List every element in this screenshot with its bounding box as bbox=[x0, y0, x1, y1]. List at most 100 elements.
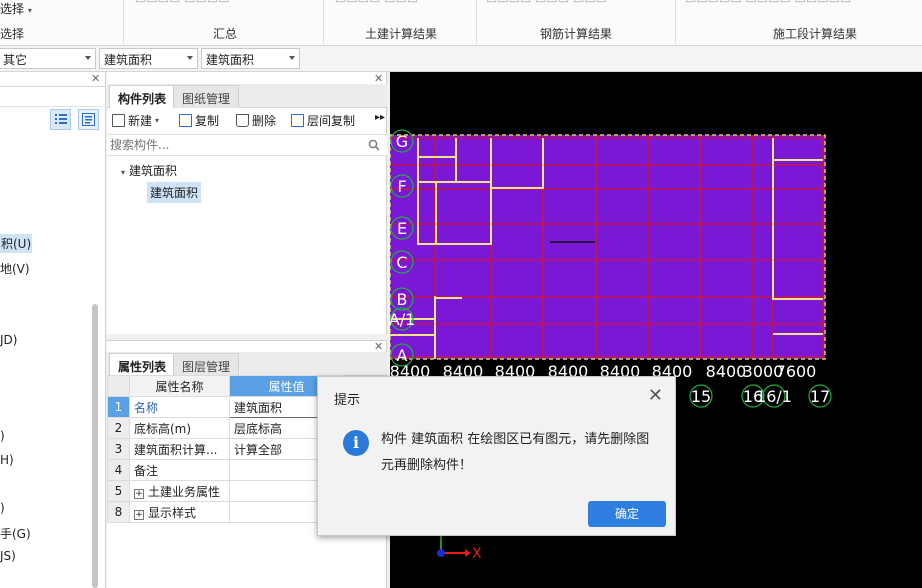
ribbon-cut-buttons-2: ▭▭▭▭ ▭▭▭ bbox=[335, 0, 465, 8]
nav-item[interactable]: JS) bbox=[0, 549, 16, 563]
selector-row: 其它 建筑面积 建筑面积 bbox=[0, 46, 922, 72]
list-view-icon[interactable] bbox=[50, 109, 71, 130]
tab-drawings[interactable]: 图纸管理 bbox=[173, 85, 240, 108]
search-icon[interactable] bbox=[368, 139, 380, 151]
property-table: 属性名称 属性值 1 名称 建筑面积 2 底标高(m) 层底标高 3 建筑面积计… bbox=[107, 375, 344, 523]
prompt-dialog: 提示 ✕ i 构件 建筑面积 在绘图区已有图元，请先删除图元再删除构件！ 确定 bbox=[317, 376, 676, 536]
search-bar bbox=[107, 134, 387, 156]
property-tabbar: 属性列表 图层管理 bbox=[107, 352, 387, 376]
close-icon[interactable]: ✕ bbox=[91, 72, 100, 85]
trash-icon bbox=[236, 114, 249, 127]
row-axis-label: G bbox=[396, 132, 408, 151]
chevron-down-icon: ▾ bbox=[27, 6, 32, 15]
copy-button[interactable]: 复制 bbox=[179, 112, 219, 129]
ribbon-cut-buttons-4: ▭▭▭▭▭ ▭▭▭▭ ▭▭▭▭▭ bbox=[685, 0, 922, 8]
table-row[interactable]: 2 底标高(m) 层底标高 bbox=[107, 417, 344, 439]
table-row[interactable]: 3 建筑面积计算... 计算全部 bbox=[107, 438, 344, 460]
ribbon: ▭▭▭▭ ▭▭▭▭ ▭▭▭▭ ▭▭▭ ▭▭▭▭ ▭▭▭ ▭▭▭ ▭▭▭▭▭ ▭▭… bbox=[0, 0, 922, 46]
nav-panel: ✕ 积(U) 地(V) JD) ) H) ) 手(G) JS) bbox=[0, 72, 106, 588]
type-select-value: 建筑面积 bbox=[104, 53, 153, 67]
column-axis-label: 15 bbox=[691, 387, 711, 406]
property-group[interactable]: + 显示样式 bbox=[129, 501, 230, 523]
row-number: 5 bbox=[107, 480, 130, 502]
dimension-label: 7600 bbox=[776, 362, 817, 381]
info-icon: i bbox=[343, 430, 369, 456]
origin-point bbox=[437, 549, 445, 557]
row-axis-label: E bbox=[397, 219, 407, 238]
x-axis-label: X bbox=[472, 546, 482, 562]
chevron-down-icon: ▾ bbox=[155, 116, 160, 125]
table-row[interactable]: 4 备注 bbox=[107, 459, 344, 481]
ribbon-separator bbox=[323, 0, 324, 44]
scrollbar[interactable] bbox=[92, 304, 98, 588]
expand-plus-icon[interactable]: + bbox=[134, 509, 144, 520]
property-name: 备注 bbox=[129, 459, 230, 481]
column-axis-label: 17 bbox=[810, 387, 830, 406]
select-label: 选择 bbox=[0, 2, 25, 16]
row-number: 3 bbox=[107, 438, 130, 460]
floor-select[interactable]: 其它 bbox=[0, 48, 96, 69]
ok-button[interactable]: 确定 bbox=[588, 501, 666, 527]
group-select-label: 选择 bbox=[0, 27, 25, 41]
dimension-label: 8400 bbox=[706, 362, 747, 381]
component-list-panel: ✕ 构件列表 图纸管理 新建 ▾ 复制 删除 层间复制 ▸▸ ▾建筑面积 建筑面… bbox=[107, 72, 387, 334]
floor-select-value: 其它 bbox=[3, 53, 28, 67]
type-select[interactable]: 建筑面积 bbox=[99, 48, 198, 69]
group-construction-label: 施工段计算结果 bbox=[773, 27, 858, 41]
tree-node-child[interactable]: 建筑面积 bbox=[147, 182, 202, 203]
new-file-icon bbox=[112, 114, 125, 127]
nav-item[interactable]: ) bbox=[0, 501, 5, 515]
chevron-down-icon bbox=[85, 56, 91, 60]
select-menu[interactable]: 选择 ▾ bbox=[0, 0, 32, 17]
ribbon-cut-buttons: ▭▭▭▭ ▭▭▭▭ bbox=[135, 0, 315, 8]
delete-button[interactable]: 删除 bbox=[236, 112, 276, 129]
tree-node-parent[interactable]: ▾ 建筑面积 bbox=[121, 162, 177, 179]
divider bbox=[0, 106, 106, 107]
row-number: 8 bbox=[107, 501, 130, 523]
tree-node-parent-label: 建筑面积 bbox=[129, 164, 178, 178]
nav-item[interactable]: ) bbox=[0, 429, 5, 443]
copy-icon bbox=[179, 114, 192, 127]
more-icon[interactable]: ▸▸ bbox=[375, 112, 385, 123]
search-input[interactable] bbox=[107, 135, 357, 155]
table-header-row: 属性名称 属性值 bbox=[107, 375, 344, 397]
property-name: 土建业务属性 bbox=[148, 484, 221, 499]
group-civil-label: 土建计算结果 bbox=[365, 27, 438, 41]
table-row[interactable]: 1 名称 建筑面积 bbox=[107, 396, 344, 418]
row-axis-label: A/1 bbox=[390, 310, 415, 329]
nav-item[interactable]: JD) bbox=[0, 333, 17, 347]
tab-components[interactable]: 构件列表 bbox=[109, 85, 176, 108]
nav-item[interactable]: 地(V) bbox=[0, 260, 30, 277]
new-button[interactable]: 新建 ▾ bbox=[112, 112, 159, 129]
component-select-value: 建筑面积 bbox=[206, 53, 255, 67]
tab-layers[interactable]: 图层管理 bbox=[173, 353, 240, 376]
close-icon[interactable]: ✕ bbox=[648, 385, 663, 406]
row-axis-label: B bbox=[397, 290, 408, 309]
property-group[interactable]: + 土建业务属性 bbox=[129, 480, 230, 502]
divider bbox=[0, 86, 106, 87]
ribbon-separator bbox=[476, 0, 477, 44]
delete-button-label: 删除 bbox=[252, 114, 277, 128]
row-axis-label: F bbox=[397, 177, 406, 196]
floor-copy-button[interactable]: 层间复制 bbox=[291, 112, 355, 129]
row-number-header bbox=[107, 375, 130, 397]
dialog-message: 构件 建筑面积 在绘图区已有图元，请先删除图元再删除构件！ bbox=[381, 432, 650, 473]
table-row[interactable]: 8 + 显示样式 bbox=[107, 501, 344, 523]
expand-arrow-icon: ▾ bbox=[121, 168, 126, 177]
nav-item[interactable]: H) bbox=[0, 453, 14, 467]
dialog-title: 提示 bbox=[334, 393, 361, 408]
tab-properties[interactable]: 属性列表 bbox=[109, 353, 176, 376]
expand-plus-icon[interactable]: + bbox=[134, 488, 144, 499]
table-row[interactable]: 5 + 土建业务属性 bbox=[107, 480, 344, 502]
property-name: 建筑面积计算... bbox=[129, 438, 230, 460]
detail-view-icon[interactable] bbox=[78, 109, 99, 130]
nav-item[interactable]: 积(U) bbox=[0, 234, 33, 253]
row-axis-label: C bbox=[396, 253, 407, 272]
floor-copy-icon bbox=[291, 114, 304, 127]
floor-copy-button-label: 层间复制 bbox=[307, 114, 356, 128]
nav-item[interactable]: 手(G) bbox=[0, 525, 31, 542]
col-name-header: 属性名称 bbox=[129, 375, 230, 397]
ribbon-separator bbox=[123, 0, 124, 44]
group-rebar-label: 钢筋计算结果 bbox=[540, 27, 613, 41]
component-select[interactable]: 建筑面积 bbox=[201, 48, 300, 69]
